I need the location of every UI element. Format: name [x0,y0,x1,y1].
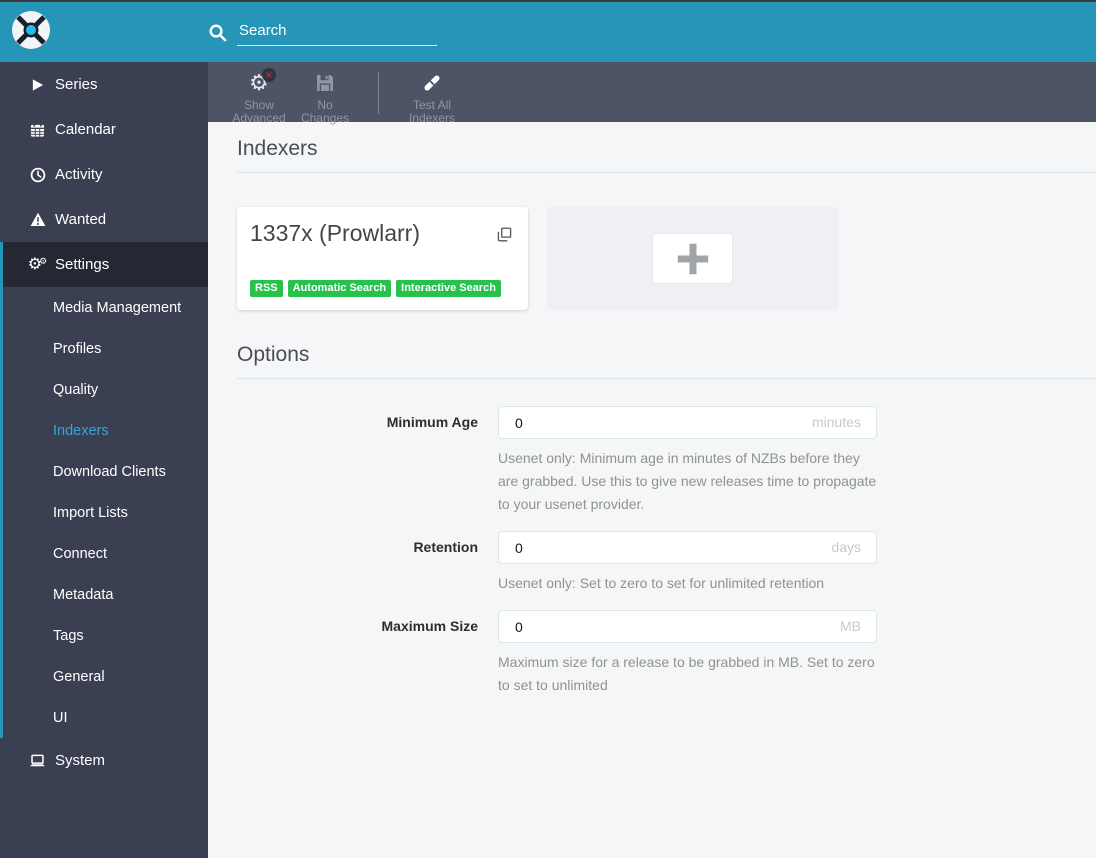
test-all-indexers-button[interactable]: Test All Indexers [399,70,465,125]
retention-help: Usenet only: Set to zero to set for unli… [498,575,825,591]
toolbar-separator [378,72,379,114]
sidebar-item-wanted[interactable]: Wanted [0,197,208,242]
clone-icon[interactable] [497,227,512,247]
retention-row: Retention days Usenet only: Set to zero … [237,531,1096,595]
tag-interactive-search: Interactive Search [396,280,501,297]
sidebar-item-series[interactable]: Series [0,62,208,107]
sidebar-item-general[interactable]: General [3,656,208,697]
indexer-card[interactable]: 1337x (Prowlarr) RSS Automatic Search In… [237,207,528,310]
minimum-age-row: Minimum Age minutes Usenet only: Minimum… [237,406,1096,516]
indexer-card-title: 1337x (Prowlarr) [250,220,420,246]
sidebar-item-label: Activity [55,166,103,183]
test-vial-icon [420,70,444,96]
sidebar-item-label: Wanted [55,211,107,228]
minimum-age-unit: minutes [811,414,861,430]
calendar-icon [28,122,47,138]
sidebar-item-indexers[interactable]: Indexers [3,410,208,451]
minimum-age-label: Minimum Age [386,414,478,430]
app-logo[interactable] [0,10,208,54]
add-indexer-card[interactable] [547,207,838,310]
sidebar-item-activity[interactable]: Activity [0,152,208,197]
sidebar-item-download-clients[interactable]: Download Clients [3,451,208,492]
gears-icon: ⚙⚙ [27,255,48,273]
retention-unit: days [831,539,861,555]
show-advanced-button[interactable]: ⚙ ✕ Show Advanced [226,68,292,125]
sidebar-item-label: Calendar [55,121,116,138]
sidebar-item-quality[interactable]: Quality [3,369,208,410]
maximum-size-unit: MB [840,618,861,634]
advanced-x-badge-icon: ✕ [261,68,276,82]
retention-label: Retention [413,539,478,555]
sidebar-item-media-management[interactable]: Media Management [3,287,208,328]
sidebar-item-tags[interactable]: Tags [3,615,208,656]
add-indexer-button[interactable] [652,233,733,284]
sidebar-item-calendar[interactable]: Calendar [0,107,208,152]
maximum-size-row: Maximum Size MB Maximum size for a relea… [237,610,1096,697]
sidebar-item-system[interactable]: System [0,738,208,783]
maximum-size-label: Maximum Size [381,618,478,634]
page-title: Indexers [237,137,1096,173]
sidebar-item-metadata[interactable]: Metadata [3,574,208,615]
tag-rss: RSS [250,280,283,297]
indexer-capability-tags: RSS Automatic Search Interactive Search [250,280,506,297]
save-icon [315,70,335,96]
maximum-size-input[interactable] [498,610,877,643]
search-bar [208,18,437,46]
retention-input[interactable] [498,531,877,564]
no-changes-button[interactable]: No Changes [292,70,358,125]
search-input[interactable] [237,18,437,46]
sidebar-settings-group: ⚙⚙ Settings Media Management Profiles Qu… [0,242,208,738]
plus-icon [677,243,708,274]
clock-icon [28,167,47,183]
sidebar-item-ui[interactable]: UI [3,697,208,738]
search-icon [208,23,227,42]
sidebar-item-label: Settings [55,256,110,273]
warning-icon [28,212,47,227]
computer-icon [28,754,47,768]
tag-automatic-search: Automatic Search [287,280,392,297]
play-icon [28,78,47,92]
settings-indexers-page: Indexers 1337x (Prowlarr) RSS Automatic … [208,122,1096,858]
options-section-title: Options [237,343,1096,379]
options-form: Minimum Age minutes Usenet only: Minimum… [237,406,1096,697]
minimum-age-help: Usenet only: Minimum age in minutes of N… [498,450,877,512]
page-toolbar: ⚙ ✕ Show Advanced No Changes Test All In… [208,62,1096,125]
sidebar-item-settings[interactable]: ⚙⚙ Settings [3,242,208,287]
maximum-size-help: Maximum size for a release to be grabbed… [498,654,875,693]
app-header [0,2,1096,62]
sidebar-item-label: System [55,752,106,769]
sidebar: Series Calendar Activity Wanted ⚙⚙ Setti… [0,62,208,858]
sidebar-item-import-lists[interactable]: Import Lists [3,492,208,533]
sonarr-logo-icon [12,10,50,49]
sidebar-item-profiles[interactable]: Profiles [3,328,208,369]
sidebar-item-label: Series [55,76,98,93]
sidebar-item-connect[interactable]: Connect [3,533,208,574]
